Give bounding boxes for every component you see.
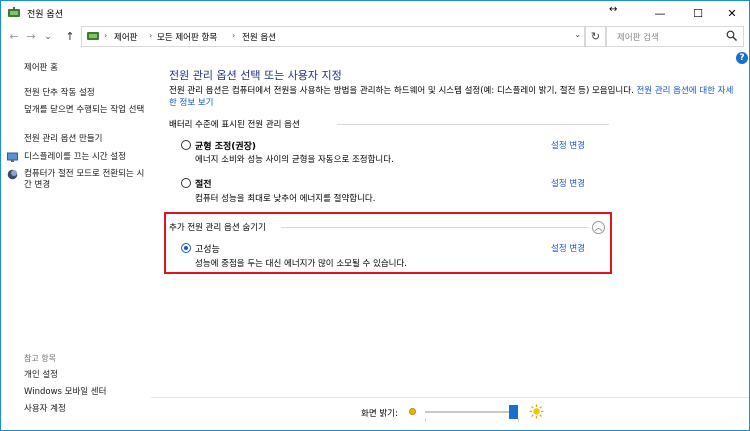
plan-power-saver-desc: 컴퓨터 성능을 최대로 낮추어 에너지를 절약합니다. <box>195 194 376 204</box>
display-shield-icon <box>7 152 18 162</box>
brightness-slider-ticks <box>425 419 519 422</box>
group-divider <box>281 227 589 228</box>
brightness-label: 화면 밝기: <box>361 409 398 419</box>
breadcrumb-power-options[interactable]: 전원 옵션 <box>242 31 276 43</box>
description-text: 전원 관리 옵션은 컴퓨터에서 전원을 사용하는 방법을 관리하는 하드웨어 및… <box>169 86 634 96</box>
power-options-window: 전원 옵션 ↔ — ☐ ✕ ← → ⌄ ↑ › 제어판 › 모든 제어판 항목 … <box>0 0 750 431</box>
bright-brightness-icon <box>529 404 544 419</box>
address-dropdown-icon[interactable]: ⌄ <box>574 30 581 39</box>
plan-balanced-name[interactable]: 균형 조정(권장) <box>195 139 256 152</box>
radio-power-saver[interactable] <box>181 178 191 188</box>
control-panel-icon <box>87 32 99 40</box>
page-description: 전원 관리 옵션은 컴퓨터에서 전원을 사용하는 방법을 관리하는 하드웨어 및… <box>169 85 739 109</box>
resize-cursor-icon: ↔ <box>609 4 618 15</box>
battery-plans-heading: 배터리 수준에 표시된 전원 관리 옵션 <box>169 120 300 130</box>
plan-balanced-change-settings[interactable]: 설정 변경 <box>551 139 585 151</box>
plan-balanced-desc: 에너지 소비와 성능 사이의 균형을 자동으로 조정합니다. <box>195 155 394 165</box>
close-button[interactable]: ✕ <box>715 1 749 25</box>
window-title: 전원 옵션 <box>27 10 63 20</box>
breadcrumb-separator: › <box>104 31 108 40</box>
back-button[interactable]: ← <box>7 30 21 44</box>
help-button[interactable]: ? <box>736 52 748 64</box>
group-divider <box>337 124 609 125</box>
chevron-up-icon[interactable]: ︿ <box>592 221 605 234</box>
breadcrumb-control-panel[interactable]: 제어판 <box>114 31 137 43</box>
forward-button[interactable]: → <box>24 30 38 44</box>
search-placeholder: 제어판 검색 <box>617 33 659 43</box>
page-title: 전원 관리 옵션 선택 또는 사용자 지정 <box>169 69 342 82</box>
brightness-slider-thumb[interactable] <box>509 405 519 419</box>
see-also-personalization[interactable]: 개인 설정 <box>24 370 58 381</box>
sidebar-item-display-off[interactable]: 디스플레이를 끄는 시간 설정 <box>24 152 146 163</box>
radio-high-performance[interactable] <box>181 243 191 253</box>
breadcrumb-separator: › <box>149 31 153 40</box>
plan-high-performance-change-settings[interactable]: 설정 변경 <box>551 242 585 254</box>
sleep-moon-icon <box>7 169 18 180</box>
sidebar-item-power-buttons[interactable]: 전원 단추 작동 설정 <box>24 88 146 99</box>
address-bar[interactable]: › 제어판 › 모든 제어판 항목 › 전원 옵션 ⌄ <box>81 26 585 47</box>
recent-locations-button[interactable]: ⌄ <box>41 30 55 44</box>
hide-extra-plans-heading[interactable]: 추가 전원 관리 옵션 숨기기 <box>169 221 266 233</box>
up-button[interactable]: ↑ <box>63 30 77 44</box>
breadcrumb-all-items[interactable]: 모든 제어판 항목 <box>157 31 217 43</box>
maximize-button[interactable]: ☐ <box>681 1 715 25</box>
dim-brightness-icon <box>409 408 416 415</box>
brightness-slider-track[interactable] <box>425 411 517 413</box>
plan-high-performance-name[interactable]: 고성능 <box>195 242 220 255</box>
bottom-divider <box>151 397 749 398</box>
sidebar-item-create-plan[interactable]: 전원 관리 옵션 만들기 <box>24 134 146 145</box>
sidebar-control-panel-home[interactable]: 제어판 홈 <box>24 63 58 74</box>
radio-balanced[interactable] <box>181 140 191 150</box>
sidebar-item-lid-close[interactable]: 덮개를 닫으면 수행되는 작업 선택 <box>24 105 146 116</box>
refresh-button[interactable]: ↻ <box>585 26 606 47</box>
plan-high-performance-desc: 성능에 중점을 두는 대신 에너지가 많이 소모될 수 있습니다. <box>195 259 407 269</box>
sidebar-item-sleep-time[interactable]: 컴퓨터가 절전 모드로 전환되는 시간 변경 <box>24 169 146 191</box>
search-input[interactable]: 제어판 검색 <box>606 26 744 47</box>
see-also-user-accounts[interactable]: 사용자 계정 <box>24 404 66 415</box>
minimize-button[interactable]: — <box>643 1 677 25</box>
see-also-heading: 참고 항목 <box>24 354 56 363</box>
search-icon <box>726 30 737 41</box>
plan-power-saver-name[interactable]: 절전 <box>195 177 212 190</box>
plan-power-saver-change-settings[interactable]: 설정 변경 <box>551 177 585 189</box>
title-bar[interactable]: 전원 옵션 ↔ — ☐ ✕ <box>1 1 749 25</box>
see-also-mobility-center[interactable]: Windows 모바일 센터 <box>24 387 106 398</box>
power-options-app-icon <box>8 7 20 17</box>
breadcrumb-separator: › <box>232 31 236 40</box>
